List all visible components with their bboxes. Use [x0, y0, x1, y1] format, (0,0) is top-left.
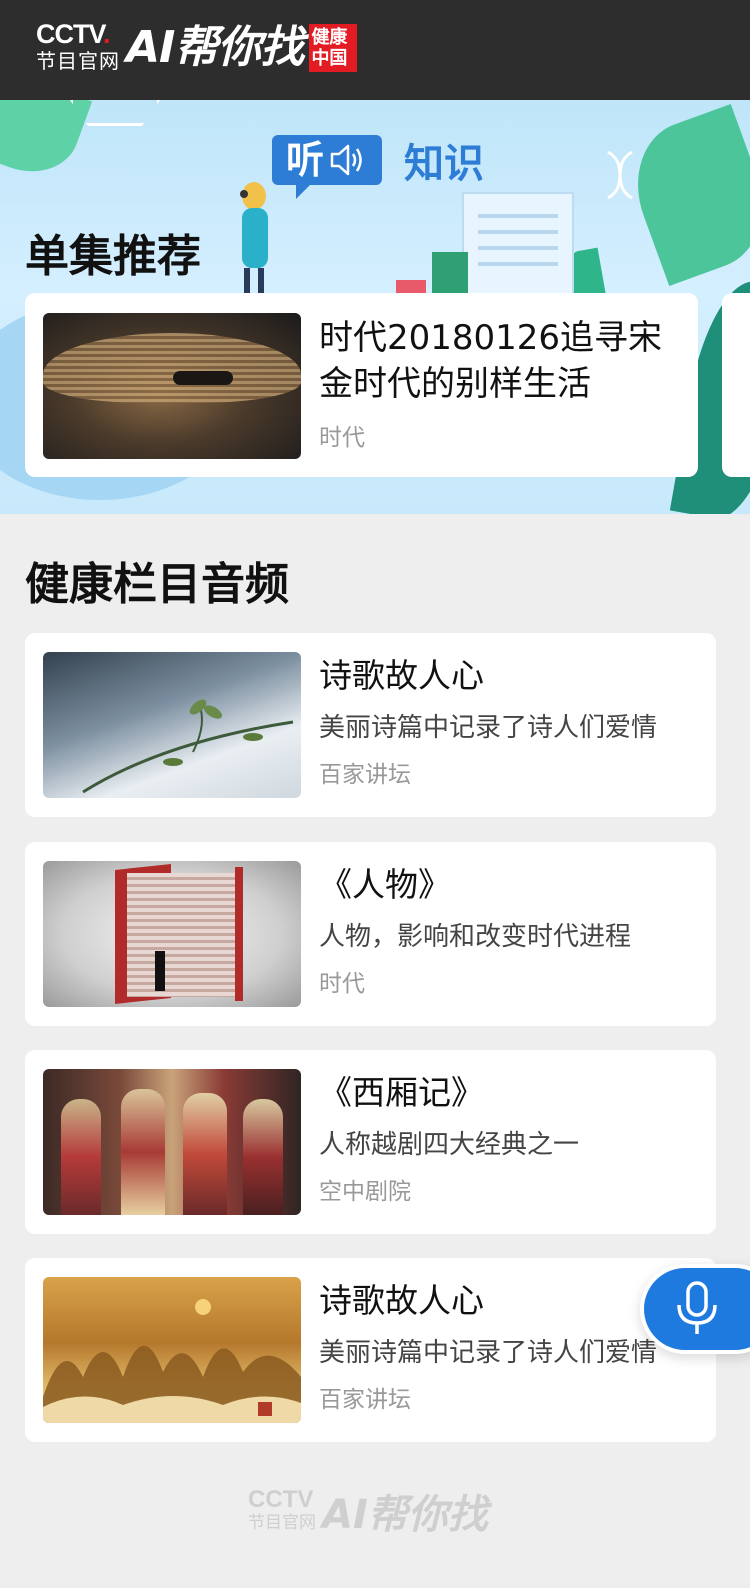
episode-thumbnail — [43, 313, 301, 459]
audio-title: 诗歌故人心 — [319, 656, 484, 695]
footer-brand-subtitle: 节目官网 — [248, 1513, 316, 1533]
audio-source: 时代 — [319, 971, 365, 997]
audio-thumbnail — [43, 1069, 301, 1215]
banner-title: 单集推荐 — [25, 231, 201, 282]
audio-info: 《人物》 人物，影响和改变时代进程 时代 — [319, 861, 631, 1007]
decor-leaf — [0, 100, 93, 187]
audio-info: 诗歌故人心 美丽诗篇中记录了诗人们爱情 百家讲坛 — [319, 652, 657, 798]
audio-source: 百家讲坛 — [319, 762, 411, 788]
audio-list-item[interactable]: 诗歌故人心 美丽诗篇中记录了诗人们爱情 百家讲坛 — [25, 1258, 716, 1442]
audio-source: 空中剧院 — [319, 1179, 411, 1205]
listen-badge: 听 — [272, 135, 383, 199]
audio-title: 诗歌故人心 — [319, 1281, 484, 1320]
voice-search-button[interactable] — [640, 1264, 750, 1354]
decor-document — [462, 192, 574, 304]
speaker-icon — [330, 144, 362, 176]
audio-description: 人物，影响和改变时代进程 — [319, 922, 632, 952]
audio-thumbnail — [43, 1277, 301, 1423]
featured-episode-source: 时代 — [319, 425, 365, 451]
audio-list-item[interactable]: 《人物》 人物，影响和改变时代进程 时代 — [25, 842, 716, 1026]
audio-title: 《人物》 — [319, 865, 451, 904]
cctv-brand: CCTV — [36, 19, 104, 49]
section-title: 健康栏目音频 — [25, 559, 289, 610]
health-china-seal: 健康中国 — [309, 24, 358, 72]
app-name: AI帮你找 — [126, 22, 304, 73]
audio-title: 《西厢记》 — [319, 1073, 484, 1112]
app-logo[interactable]: CCTV. 节目官网 AI帮你找 健康中国 — [36, 20, 358, 80]
footer-app-name: AI帮你找 — [322, 1492, 488, 1538]
featured-episode-card[interactable]: 时代20180126追寻宋金时代的别样生活 时代 — [25, 293, 698, 477]
audio-description: 美丽诗篇中记录了诗人们爱情 — [319, 1338, 658, 1368]
knowledge-label: 知识 — [404, 141, 485, 187]
audio-info: 《西厢记》 人称越剧四大经典之一 空中剧院 — [319, 1069, 579, 1215]
audio-thumbnail — [43, 861, 301, 1007]
microphone-icon — [677, 1281, 717, 1334]
listen-knowledge-tag: 听 知识 — [272, 131, 485, 199]
audio-info: 诗歌故人心 美丽诗篇中记录了诗人们爱情 百家讲坛 — [319, 1277, 657, 1423]
footer-brand: CCTV — [248, 1486, 314, 1513]
featured-episode-info: 时代20180126追寻宋金时代的别样生活 时代 — [319, 313, 689, 457]
audio-list-item[interactable]: 诗歌故人心 美丽诗篇中记录了诗人们爱情 百家讲坛 — [25, 633, 716, 817]
next-featured-card-peek[interactable] — [722, 293, 750, 477]
cctv-subtitle: 节目官网 — [36, 49, 120, 73]
audio-source: 百家讲坛 — [319, 1387, 411, 1413]
cctv-logo: CCTV. 节目官网 — [36, 20, 120, 74]
listen-label: 听 — [286, 138, 325, 182]
audio-list-item[interactable]: 《西厢记》 人称越剧四大经典之一 空中剧院 — [25, 1050, 716, 1234]
listener-figure — [240, 182, 268, 298]
footer-logo: CCTV 节目官网 AI帮你找 — [248, 1482, 488, 1540]
top-bar: CCTV. 节目官网 AI帮你找 健康中国 — [0, 0, 750, 100]
audio-description: 美丽诗篇中记录了诗人们爱情 — [319, 713, 658, 743]
featured-episode-title: 时代20180126追寻宋金时代的别样生活 — [319, 318, 663, 404]
dna-icon — [607, 150, 633, 200]
cctv-brand-dot: . — [103, 19, 110, 49]
audio-thumbnail — [43, 652, 301, 798]
audio-description: 人称越剧四大经典之一 — [319, 1130, 580, 1160]
